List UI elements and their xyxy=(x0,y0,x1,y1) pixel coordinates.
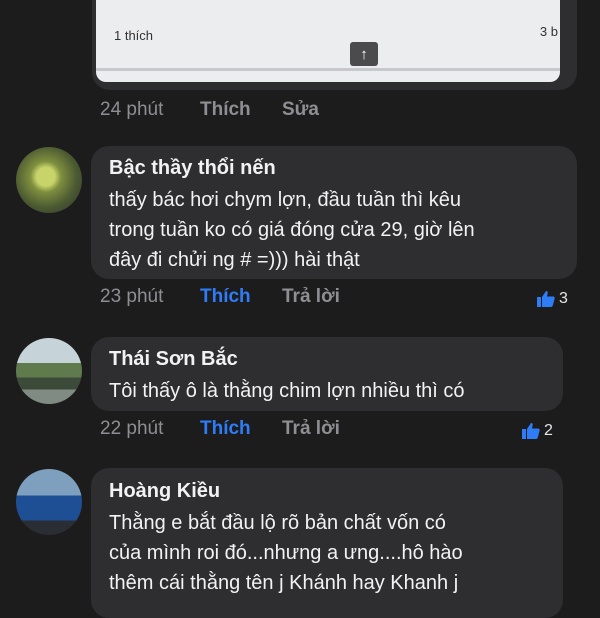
reaction-count-number: 3 xyxy=(559,290,568,307)
comment-author[interactable]: Bậc thầy thổi nến xyxy=(109,157,276,180)
comment-time: 23 phút xyxy=(100,286,164,307)
top-like-link[interactable]: Thích xyxy=(200,99,251,121)
comment-time: 22 phút xyxy=(100,418,164,439)
reaction-count[interactable]: 3 xyxy=(537,290,568,308)
thumbs-up-icon xyxy=(522,423,540,439)
comment-author[interactable]: Hoàng Kiều xyxy=(109,480,220,503)
comment-text-line: Thằng e bắt đầu lộ rõ bản chất vốn có xyxy=(109,512,446,534)
comment-text-line: trong tuần ko có giá đóng cửa 29, giờ lê… xyxy=(109,219,475,241)
image-partial-text: 3 b xyxy=(539,24,558,39)
comment-text-line: đây đi chửi ng # =))) hài thật xyxy=(109,249,360,271)
thumbs-up-icon xyxy=(537,291,555,307)
avatar[interactable] xyxy=(16,469,82,535)
top-edit-link[interactable]: Sửa xyxy=(282,99,319,121)
top-comment-time: 24 phút xyxy=(100,99,164,120)
image-divider xyxy=(96,68,560,71)
avatar[interactable] xyxy=(16,338,82,404)
comment-author[interactable]: Thái Sơn Bắc xyxy=(109,348,238,371)
comment-text-line: của mình roi đó...nhưng a ưng....hô hào xyxy=(109,542,463,564)
reaction-count[interactable]: 2 xyxy=(522,422,553,440)
comment-text-line: thêm cái thằng tên j Khánh hay Khanh j xyxy=(109,572,459,594)
comment-text-line: thấy bác hơi chym lợn, đầu tuần thì kêu xyxy=(109,189,461,211)
comment-text-line: Tôi thấy ô là thằng chim lợn nhiều thì c… xyxy=(109,380,465,402)
avatar[interactable] xyxy=(16,147,82,213)
reaction-count-number: 2 xyxy=(544,422,553,439)
reply-link[interactable]: Trả lời xyxy=(282,418,340,440)
attached-image[interactable]: 1 thích 3 b ↑ xyxy=(96,0,560,82)
arrow-up-icon: ↑ xyxy=(350,42,378,66)
image-like-text: 1 thích xyxy=(114,28,154,43)
like-link[interactable]: Thích xyxy=(200,418,251,440)
like-link[interactable]: Thích xyxy=(200,286,251,308)
reply-link[interactable]: Trả lời xyxy=(282,286,340,308)
